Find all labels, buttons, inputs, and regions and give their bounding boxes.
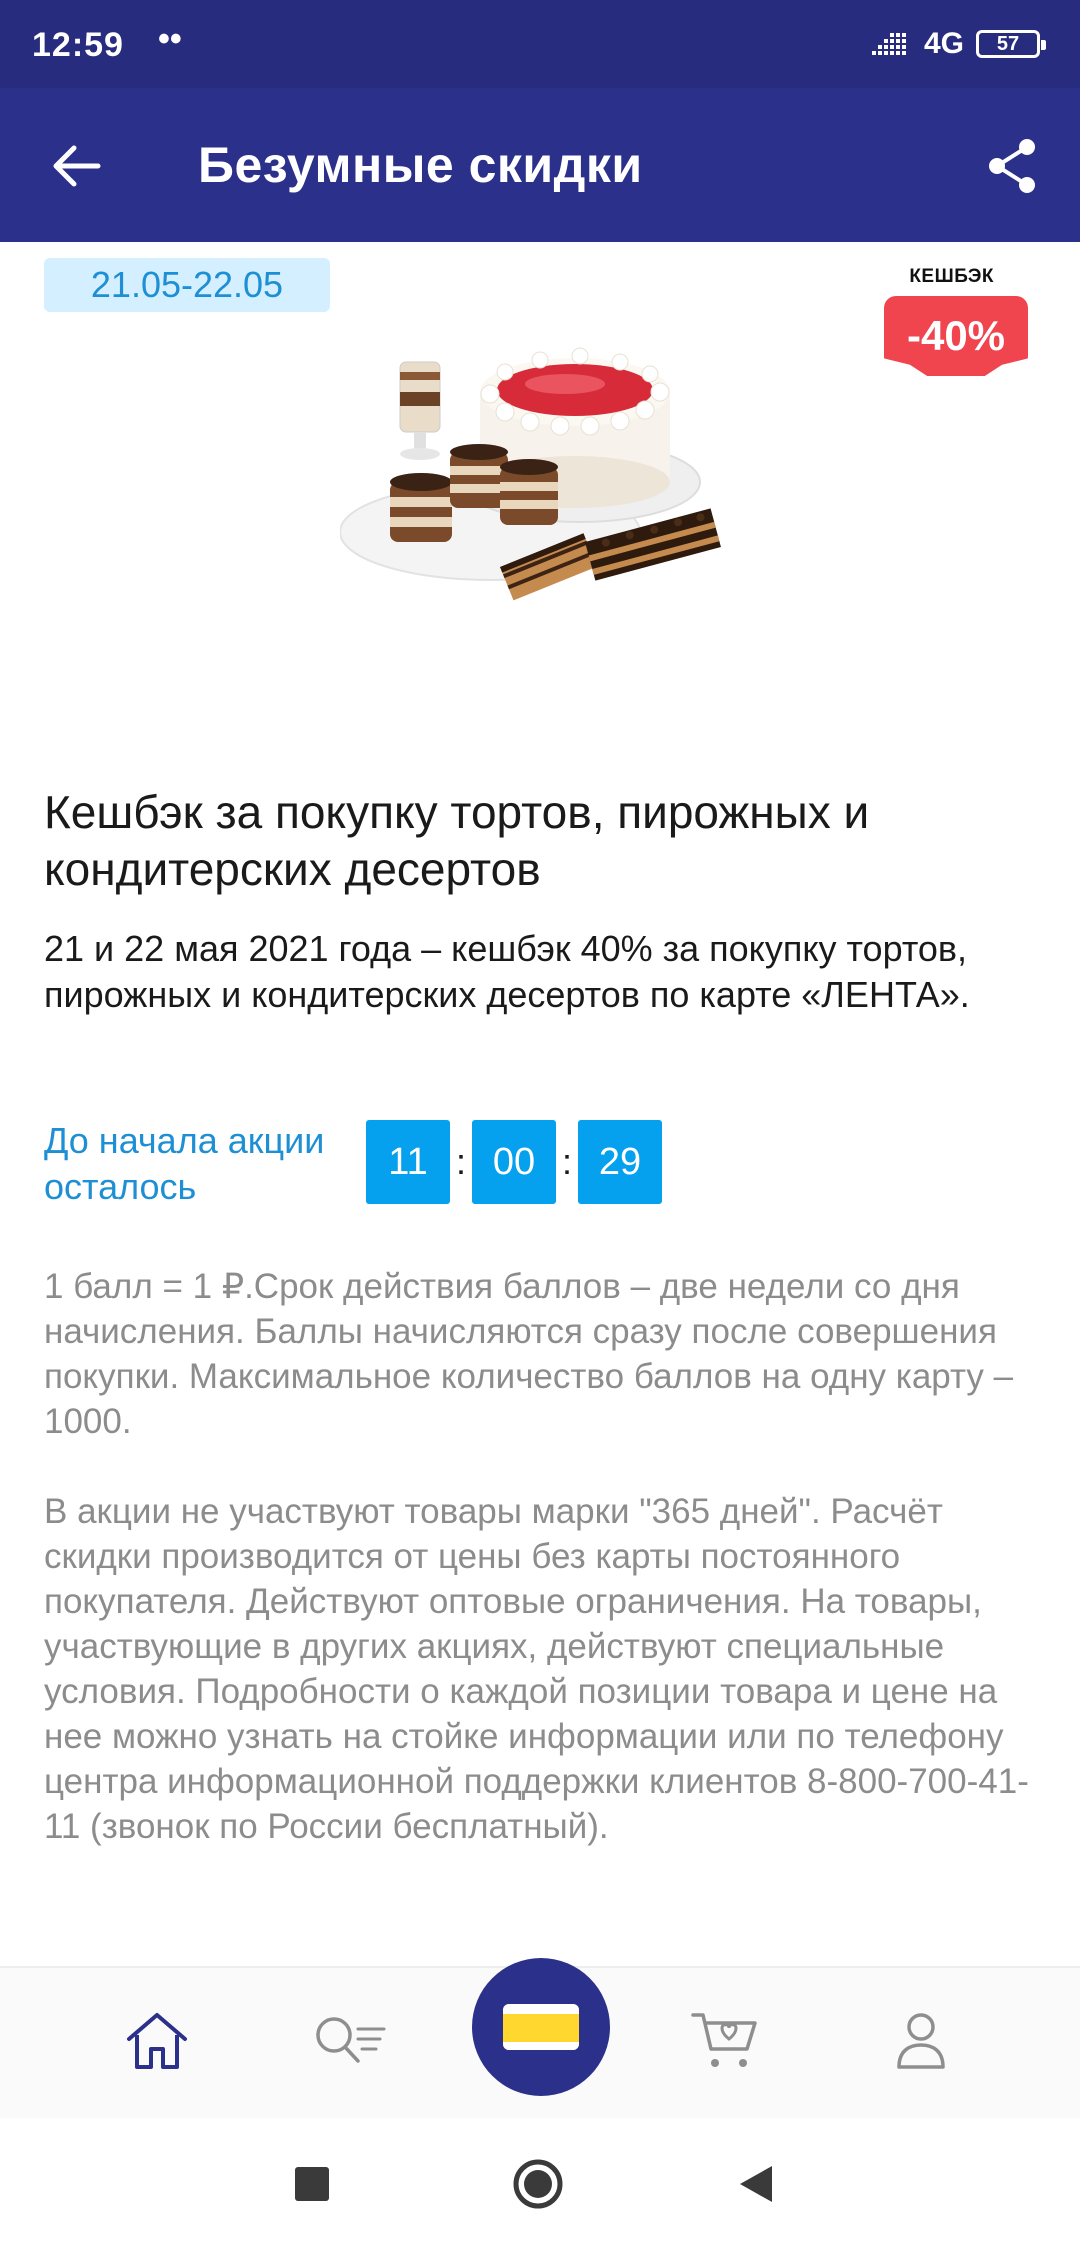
nav-profile[interactable] <box>876 1998 966 2088</box>
page-title: Безумные скидки <box>198 137 643 193</box>
system-navigation <box>0 2118 1080 2248</box>
status-time: 12:59 <box>32 26 124 64</box>
share-button[interactable] <box>972 128 1052 208</box>
app-bar: Безумные скидки <box>0 88 1080 242</box>
battery-icon: 57 <box>976 30 1046 58</box>
status-bar: 12:59 •• 4G 57 <box>0 0 1080 88</box>
countdown-label: До начала акции осталось <box>44 1120 325 1207</box>
countdown-seconds: 29 <box>578 1120 662 1204</box>
arrow-left-icon <box>50 144 102 193</box>
status-indicators: 4G 57 <box>871 24 1046 64</box>
promo-content: 21.05-22.05 КЕШБЭК -40% Кешбэк за покупк… <box>0 242 1080 1966</box>
nav-search[interactable] <box>306 1998 396 2088</box>
back-button[interactable] <box>36 128 116 208</box>
signal-icon <box>871 29 912 59</box>
search-catalog-icon <box>314 2015 388 2072</box>
cashback-value: -40% <box>906 312 1006 359</box>
loyalty-card-icon <box>503 2004 579 2050</box>
countdown-separator: : <box>561 1141 572 1182</box>
circle-icon <box>512 2158 564 2215</box>
triangle-back-icon <box>736 2164 776 2209</box>
bottom-navigation <box>0 1958 1080 2118</box>
promo-description: 21 и 22 мая 2021 года – кешбэк 40% за по… <box>44 928 970 1015</box>
network-type: 4G <box>923 27 964 60</box>
nav-cart[interactable] <box>680 1998 770 2088</box>
cart-icon <box>691 2009 759 2078</box>
share-icon <box>985 137 1039 200</box>
cashback-badge: -40% <box>884 296 1028 376</box>
terms-paragraph-conditions: В акции не участвуют товары марки "365 д… <box>44 1492 1029 1846</box>
date-badge: 21.05-22.05 <box>44 258 330 312</box>
home-system-button[interactable] <box>508 2156 568 2216</box>
recents-button[interactable] <box>282 2156 342 2216</box>
nav-loyalty-card[interactable] <box>472 1958 610 2096</box>
countdown-timer: 11 : 00 : 29 <box>366 1120 662 1204</box>
notification-dots: •• <box>158 20 182 58</box>
product-image <box>339 332 740 652</box>
screen: 12:59 •• 4G 57 Безумные скидки 21.05-22.… <box>0 0 1080 2248</box>
home-icon <box>125 2011 189 2076</box>
countdown-hours: 11 <box>366 1120 450 1204</box>
promo-title: Кешбэк за покупку тортов, пирожных и кон… <box>44 786 870 895</box>
promo-terms: 1 балл = 1 ₽.Срок действия баллов – две … <box>44 1264 1054 1894</box>
cashback-label: КЕШБЭК <box>909 266 994 287</box>
countdown-separator: : <box>455 1141 466 1182</box>
nav-home[interactable] <box>112 1998 202 2088</box>
terms-paragraph-points: 1 балл = 1 ₽.Срок действия баллов – две … <box>44 1267 1014 1441</box>
battery-level: 57 <box>996 32 1020 55</box>
countdown-minutes: 00 <box>472 1120 556 1204</box>
back-system-button[interactable] <box>726 2156 786 2216</box>
profile-icon <box>895 2011 947 2076</box>
square-icon <box>294 2166 330 2207</box>
